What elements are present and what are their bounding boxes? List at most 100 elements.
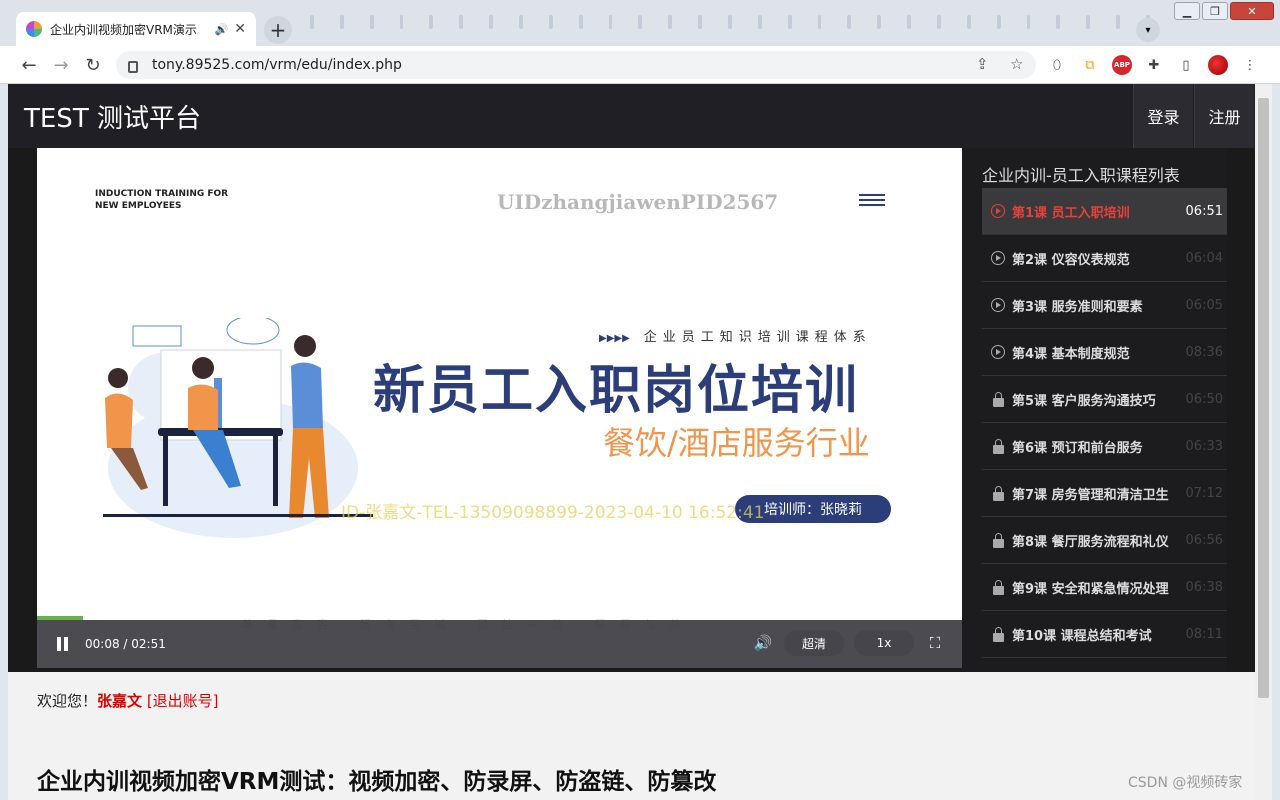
speed-button[interactable]: 1x [854, 630, 914, 656]
tab-favicon-icon[interactable] [1086, 15, 1091, 29]
lesson-item[interactable]: 第10课 课程总结和考试 08:11 [982, 611, 1227, 658]
logout-link[interactable]: [退出账号] [147, 692, 219, 710]
register-link[interactable]: 注册 [1194, 84, 1254, 148]
tab-search-button[interactable]: ▾ [1136, 18, 1160, 42]
tab-favicon-icon[interactable] [578, 15, 583, 29]
tab-favicon-icon[interactable] [996, 15, 1001, 29]
tab-favicon-icon[interactable] [310, 15, 314, 29]
window-frame-right [1272, 84, 1280, 800]
username: 张嘉文 [97, 692, 143, 710]
forward-icon[interactable]: → [50, 54, 72, 76]
tab-favicon-icon[interactable] [638, 15, 643, 29]
lock-icon [990, 579, 1006, 595]
window-close-button[interactable]: ✕ [1230, 2, 1274, 20]
play-circle-icon [990, 203, 1006, 219]
video-player[interactable]: INDUCTION TRAINING FOR NEW EMPLOYEES UID… [37, 148, 962, 668]
pause-button[interactable] [57, 637, 71, 651]
login-link[interactable]: 登录 [1133, 84, 1193, 148]
tab-favicon-icon[interactable] [608, 15, 613, 29]
lesson-item[interactable]: 第6课 预订和前台服务 06:33 [982, 423, 1227, 470]
tab-favicon-icon[interactable] [728, 15, 732, 29]
watermark-user: ID-张嘉文-TEL-13509098899-2023-04-10 16:52:… [341, 503, 765, 523]
tab-favicon-icon[interactable] [817, 15, 822, 29]
lock-icon [990, 532, 1006, 548]
scrollbar-thumb[interactable] [1258, 98, 1269, 698]
new-tab-button[interactable]: + [264, 16, 292, 44]
quality-button[interactable]: 超清 [784, 630, 844, 656]
other-tabs [300, 10, 1160, 36]
lesson-duration: 06:56 [1185, 532, 1223, 548]
lesson-item[interactable]: 第8课 餐厅服务流程和礼仪 06:56 [982, 517, 1227, 564]
tab-favicon-icon[interactable] [1056, 15, 1061, 29]
tab-favicon-icon[interactable] [548, 15, 553, 29]
slide-system-text: 企业员工知识培训课程体系 [643, 330, 872, 345]
player-controls-right: 🔊 超清 1x ⛶ [752, 630, 946, 656]
lesson-item[interactable]: 第3课 服务准则和要素 06:05 [982, 282, 1227, 329]
adblock-icon[interactable]: ABP [1112, 55, 1132, 75]
reload-icon[interactable]: ↻ [82, 54, 104, 76]
tab-favicon-icon[interactable] [966, 15, 971, 29]
watermark-uid: UIDzhangjiawenPID2567 [497, 190, 779, 214]
tab-favicon-icon[interactable] [459, 15, 464, 29]
tab-favicon-icon[interactable] [399, 15, 404, 29]
bookmark-star-icon[interactable]: ☆ [1010, 55, 1023, 73]
tab-favicon-icon[interactable] [787, 15, 792, 29]
profile-avatar[interactable] [1208, 55, 1228, 75]
side-panel-icon[interactable]: ▯ [1176, 55, 1196, 75]
slide-title: 新员工入职岗位培训 [373, 361, 860, 421]
lock-icon[interactable] [128, 61, 138, 73]
lesson-item[interactable]: 第5课 客户服务沟通技巧 06:50 [982, 376, 1227, 423]
tab-favicon-icon[interactable] [489, 15, 494, 29]
lock-icon [990, 485, 1006, 501]
lesson-item[interactable]: 第2课 仪容仪表规范 06:04 [982, 235, 1227, 282]
lesson-name: 第8课 餐厅服务流程和礼仪 [1012, 534, 1169, 550]
volume-icon[interactable]: 🔊 [752, 634, 774, 652]
tab-favicon-icon[interactable] [757, 15, 762, 29]
tab-favicon-icon[interactable] [877, 15, 882, 29]
speaker-icon[interactable]: 🔊 [215, 23, 229, 36]
browser-toolbar: ← → ↻ tony.89525.com/vrm/edu/index.php ⇪… [0, 46, 1280, 84]
tab-title: 企业内训视频加密VRM演示 [50, 22, 197, 37]
lesson-duration: 06:04 [1185, 250, 1223, 266]
tab-favicon-icon[interactable] [907, 15, 912, 29]
site-brand[interactable]: TEST 测试平台 [24, 98, 201, 135]
tab-favicon-icon[interactable] [937, 15, 941, 29]
lesson-item[interactable]: 第1课 员工入职培训 06:51 [982, 188, 1227, 235]
fullscreen-icon[interactable]: ⛶ [924, 634, 946, 652]
tab-favicon-icon[interactable] [1116, 15, 1121, 29]
lesson-duration: 06:51 [1185, 203, 1223, 219]
tab-favicon-icon[interactable] [429, 15, 434, 29]
extension-icon[interactable]: ⬯ [1047, 55, 1067, 75]
browser-tab-active[interactable]: 企业内训视频加密VRM演示 🔊 ✕ [16, 12, 256, 46]
tab-favicon-icon[interactable] [668, 15, 673, 29]
lesson-duration: 06:05 [1185, 297, 1223, 313]
tab-favicon-icon[interactable] [519, 15, 523, 29]
address-bar[interactable]: tony.89525.com/vrm/edu/index.php [116, 51, 1036, 79]
back-icon[interactable]: ← [18, 54, 40, 76]
lesson-duration: 08:36 [1185, 344, 1223, 360]
site-header: TEST 测试平台 登录 注册 [8, 84, 1255, 148]
maximize-button[interactable]: ❐ [1202, 2, 1228, 20]
extension-icon[interactable]: ⧉ [1080, 55, 1100, 75]
tab-favicon-icon[interactable] [369, 15, 374, 29]
tab-strip: 企业内训视频加密VRM演示 🔊 ✕ + ▾ ▁ ❐ ✕ [0, 0, 1280, 46]
slide-tag-line: NEW EMPLOYEES [95, 201, 182, 211]
arrows-icon: ▶▶▶▶ [599, 333, 630, 344]
tab-favicon-icon[interactable] [698, 15, 703, 29]
lesson-item[interactable]: 第4课 基本制度规范 08:36 [982, 329, 1227, 376]
share-icon[interactable]: ⇪ [976, 55, 989, 73]
tab-favicon-icon[interactable] [339, 15, 344, 29]
player-area: INDUCTION TRAINING FOR NEW EMPLOYEES UID… [8, 148, 1255, 672]
extensions-puzzle-icon[interactable]: ✚ [1144, 55, 1164, 75]
welcome-prefix: 欢迎您！ [37, 692, 98, 710]
menu-kebab-icon[interactable]: ⋮ [1240, 55, 1260, 75]
tab-favicon-icon[interactable] [1026, 15, 1031, 29]
slide-system-line: ▶▶▶▶ 企业员工知识培训课程体系 [599, 326, 872, 345]
close-tab-icon[interactable]: ✕ [234, 21, 246, 37]
lesson-name: 第4课 基本制度规范 [1012, 346, 1130, 362]
page-scrollbar[interactable] [1255, 84, 1272, 800]
minimize-button[interactable]: ▁ [1174, 2, 1200, 20]
tab-favicon-icon[interactable] [847, 15, 852, 29]
lesson-item[interactable]: 第7课 房务管理和清洁卫生 07:12 [982, 470, 1227, 517]
lesson-item[interactable]: 第9课 安全和紧急情况处理 06:38 [982, 564, 1227, 611]
